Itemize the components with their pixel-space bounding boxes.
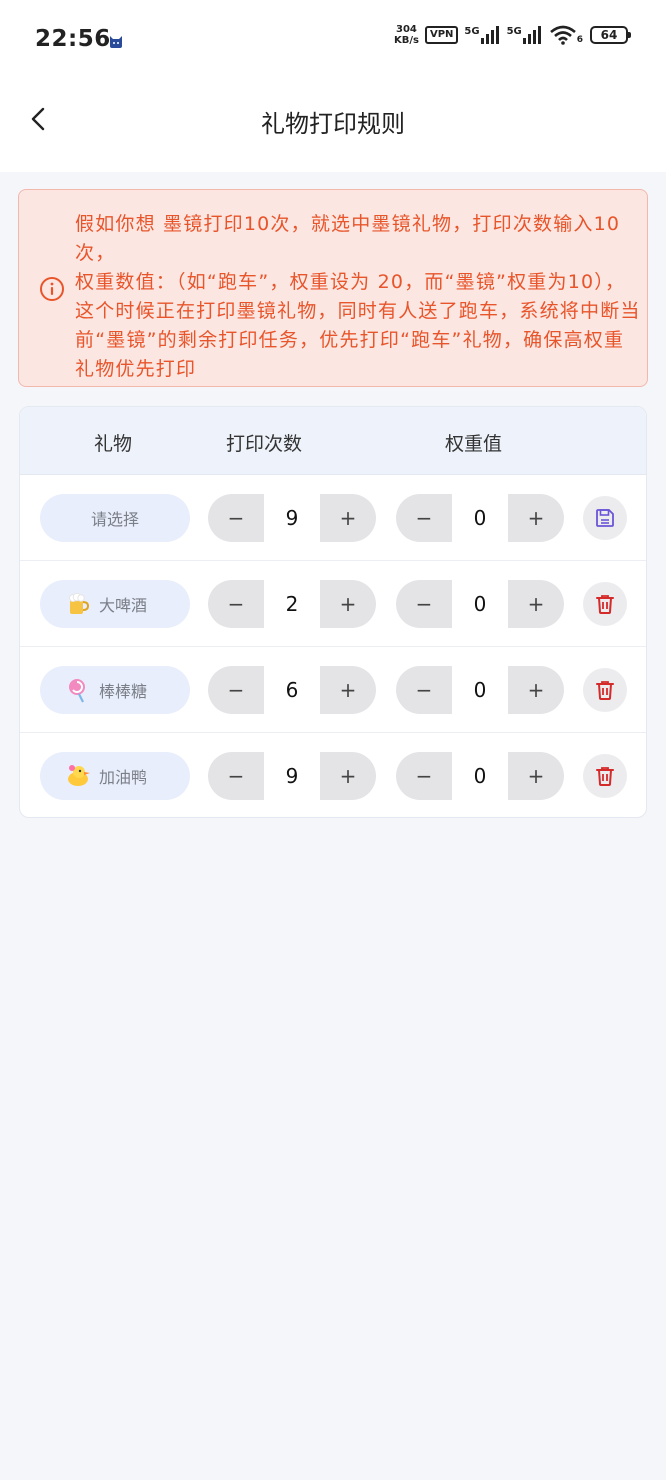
count-minus-button[interactable]: − <box>208 666 264 714</box>
gift-select[interactable]: 请选择 <box>40 494 190 542</box>
gift-name: 大啤酒 <box>98 596 147 615</box>
weight-value[interactable]: 0 <box>452 580 508 628</box>
table-header: 礼物 打印次数 权重值 <box>20 407 646 475</box>
weight-minus-button[interactable]: − <box>396 666 452 714</box>
table-row: 请选择 − 9 + − 0 + <box>20 475 646 561</box>
notice-line-2: 权重数值：（如“跑车”，权重设为 20，而“墨镜”权重为10），这个时候正在打印… <box>75 271 641 380</box>
weight-stepper: − 0 + <box>396 580 564 628</box>
weight-plus-button[interactable]: + <box>508 494 564 542</box>
notice-line-1: 假如你想 墨镜打印10次，就选中墨镜礼物，打印次数输入10次， <box>75 213 621 264</box>
header-weight: 权重值 <box>445 433 503 455</box>
gift-select[interactable]: 棒棒糖 <box>40 666 190 714</box>
weight-minus-button[interactable]: − <box>396 752 452 800</box>
gift-select-label: 请选择 <box>90 510 139 529</box>
weight-plus-button[interactable]: + <box>508 752 564 800</box>
wifi-icon: 6 <box>549 25 584 45</box>
gift-rule-table: 礼物 打印次数 权重值 请选择 − 9 + − 0 + 大啤酒 − 2 + − … <box>19 406 647 818</box>
top-area: 22:56 304 KB/s VPN 5G 5G 6 64 礼物打印规则 <box>0 0 666 172</box>
count-value[interactable]: 2 <box>264 580 320 628</box>
trash-icon <box>596 681 614 700</box>
weight-minus-button[interactable]: − <box>396 494 452 542</box>
gift-select[interactable]: 加油鸭 <box>40 752 190 800</box>
weight-stepper: − 0 + <box>396 494 564 542</box>
page-title: 礼物打印规则 <box>261 110 405 138</box>
table-row: 大啤酒 − 2 + − 0 + <box>20 561 646 647</box>
count-plus-button[interactable]: + <box>320 666 376 714</box>
count-minus-button[interactable]: − <box>208 752 264 800</box>
count-stepper: − 2 + <box>208 580 376 628</box>
count-stepper: − 9 + <box>208 494 376 542</box>
network-speed: 304 KB/s <box>393 24 419 46</box>
count-stepper: − 6 + <box>208 666 376 714</box>
delete-button[interactable] <box>583 754 627 798</box>
weight-stepper: − 0 + <box>396 752 564 800</box>
weight-minus-button[interactable]: − <box>396 580 452 628</box>
gift-name: 加油鸭 <box>98 768 147 787</box>
duck-icon <box>67 765 90 786</box>
header-gift: 礼物 <box>94 433 133 455</box>
notice-text: 假如你想 墨镜打印10次，就选中墨镜礼物，打印次数输入10次， 权重数值：（如“… <box>75 210 643 384</box>
count-plus-button[interactable]: + <box>320 494 376 542</box>
count-value[interactable]: 9 <box>264 752 320 800</box>
count-minus-button[interactable]: − <box>208 494 264 542</box>
count-value[interactable]: 6 <box>264 666 320 714</box>
notice-box: 假如你想 墨镜打印10次，就选中墨镜礼物，打印次数输入10次， 权重数值：（如“… <box>18 189 648 387</box>
delete-button[interactable] <box>583 582 627 626</box>
table-row: 加油鸭 − 9 + − 0 + <box>20 733 646 817</box>
gift-name: 棒棒糖 <box>98 682 147 701</box>
cat-notification-icon <box>110 36 122 48</box>
status-time: 22:56 <box>35 26 111 52</box>
count-stepper: − 9 + <box>208 752 376 800</box>
weight-plus-button[interactable]: + <box>508 666 564 714</box>
status-icons: 304 KB/s VPN 5G 5G 6 64 <box>393 24 631 46</box>
count-value[interactable]: 9 <box>264 494 320 542</box>
table-row: 棒棒糖 − 6 + − 0 + <box>20 647 646 733</box>
count-plus-button[interactable]: + <box>320 580 376 628</box>
trash-icon <box>596 595 614 614</box>
signal-sim2-icon: 5G <box>507 26 543 44</box>
weight-value[interactable]: 0 <box>452 494 508 542</box>
gift-select[interactable]: 大啤酒 <box>40 580 190 628</box>
info-icon <box>40 277 64 301</box>
trash-icon <box>596 767 614 786</box>
weight-value[interactable]: 0 <box>452 666 508 714</box>
vpn-badge: VPN <box>424 26 459 44</box>
save-button[interactable] <box>583 496 627 540</box>
weight-plus-button[interactable]: + <box>508 580 564 628</box>
weight-stepper: − 0 + <box>396 666 564 714</box>
header-print-count: 打印次数 <box>226 433 303 455</box>
nav-bar: 礼物打印规则 <box>0 80 666 172</box>
count-minus-button[interactable]: − <box>208 580 264 628</box>
count-plus-button[interactable]: + <box>320 752 376 800</box>
lollipop-icon <box>68 679 85 703</box>
beer-icon <box>68 592 89 614</box>
save-icon <box>596 509 614 527</box>
signal-sim1-icon: 5G <box>464 26 500 44</box>
weight-value[interactable]: 0 <box>452 752 508 800</box>
status-bar: 22:56 304 KB/s VPN 5G 5G 6 64 <box>0 0 666 80</box>
delete-button[interactable] <box>583 668 627 712</box>
battery-icon: 64 <box>590 26 631 44</box>
